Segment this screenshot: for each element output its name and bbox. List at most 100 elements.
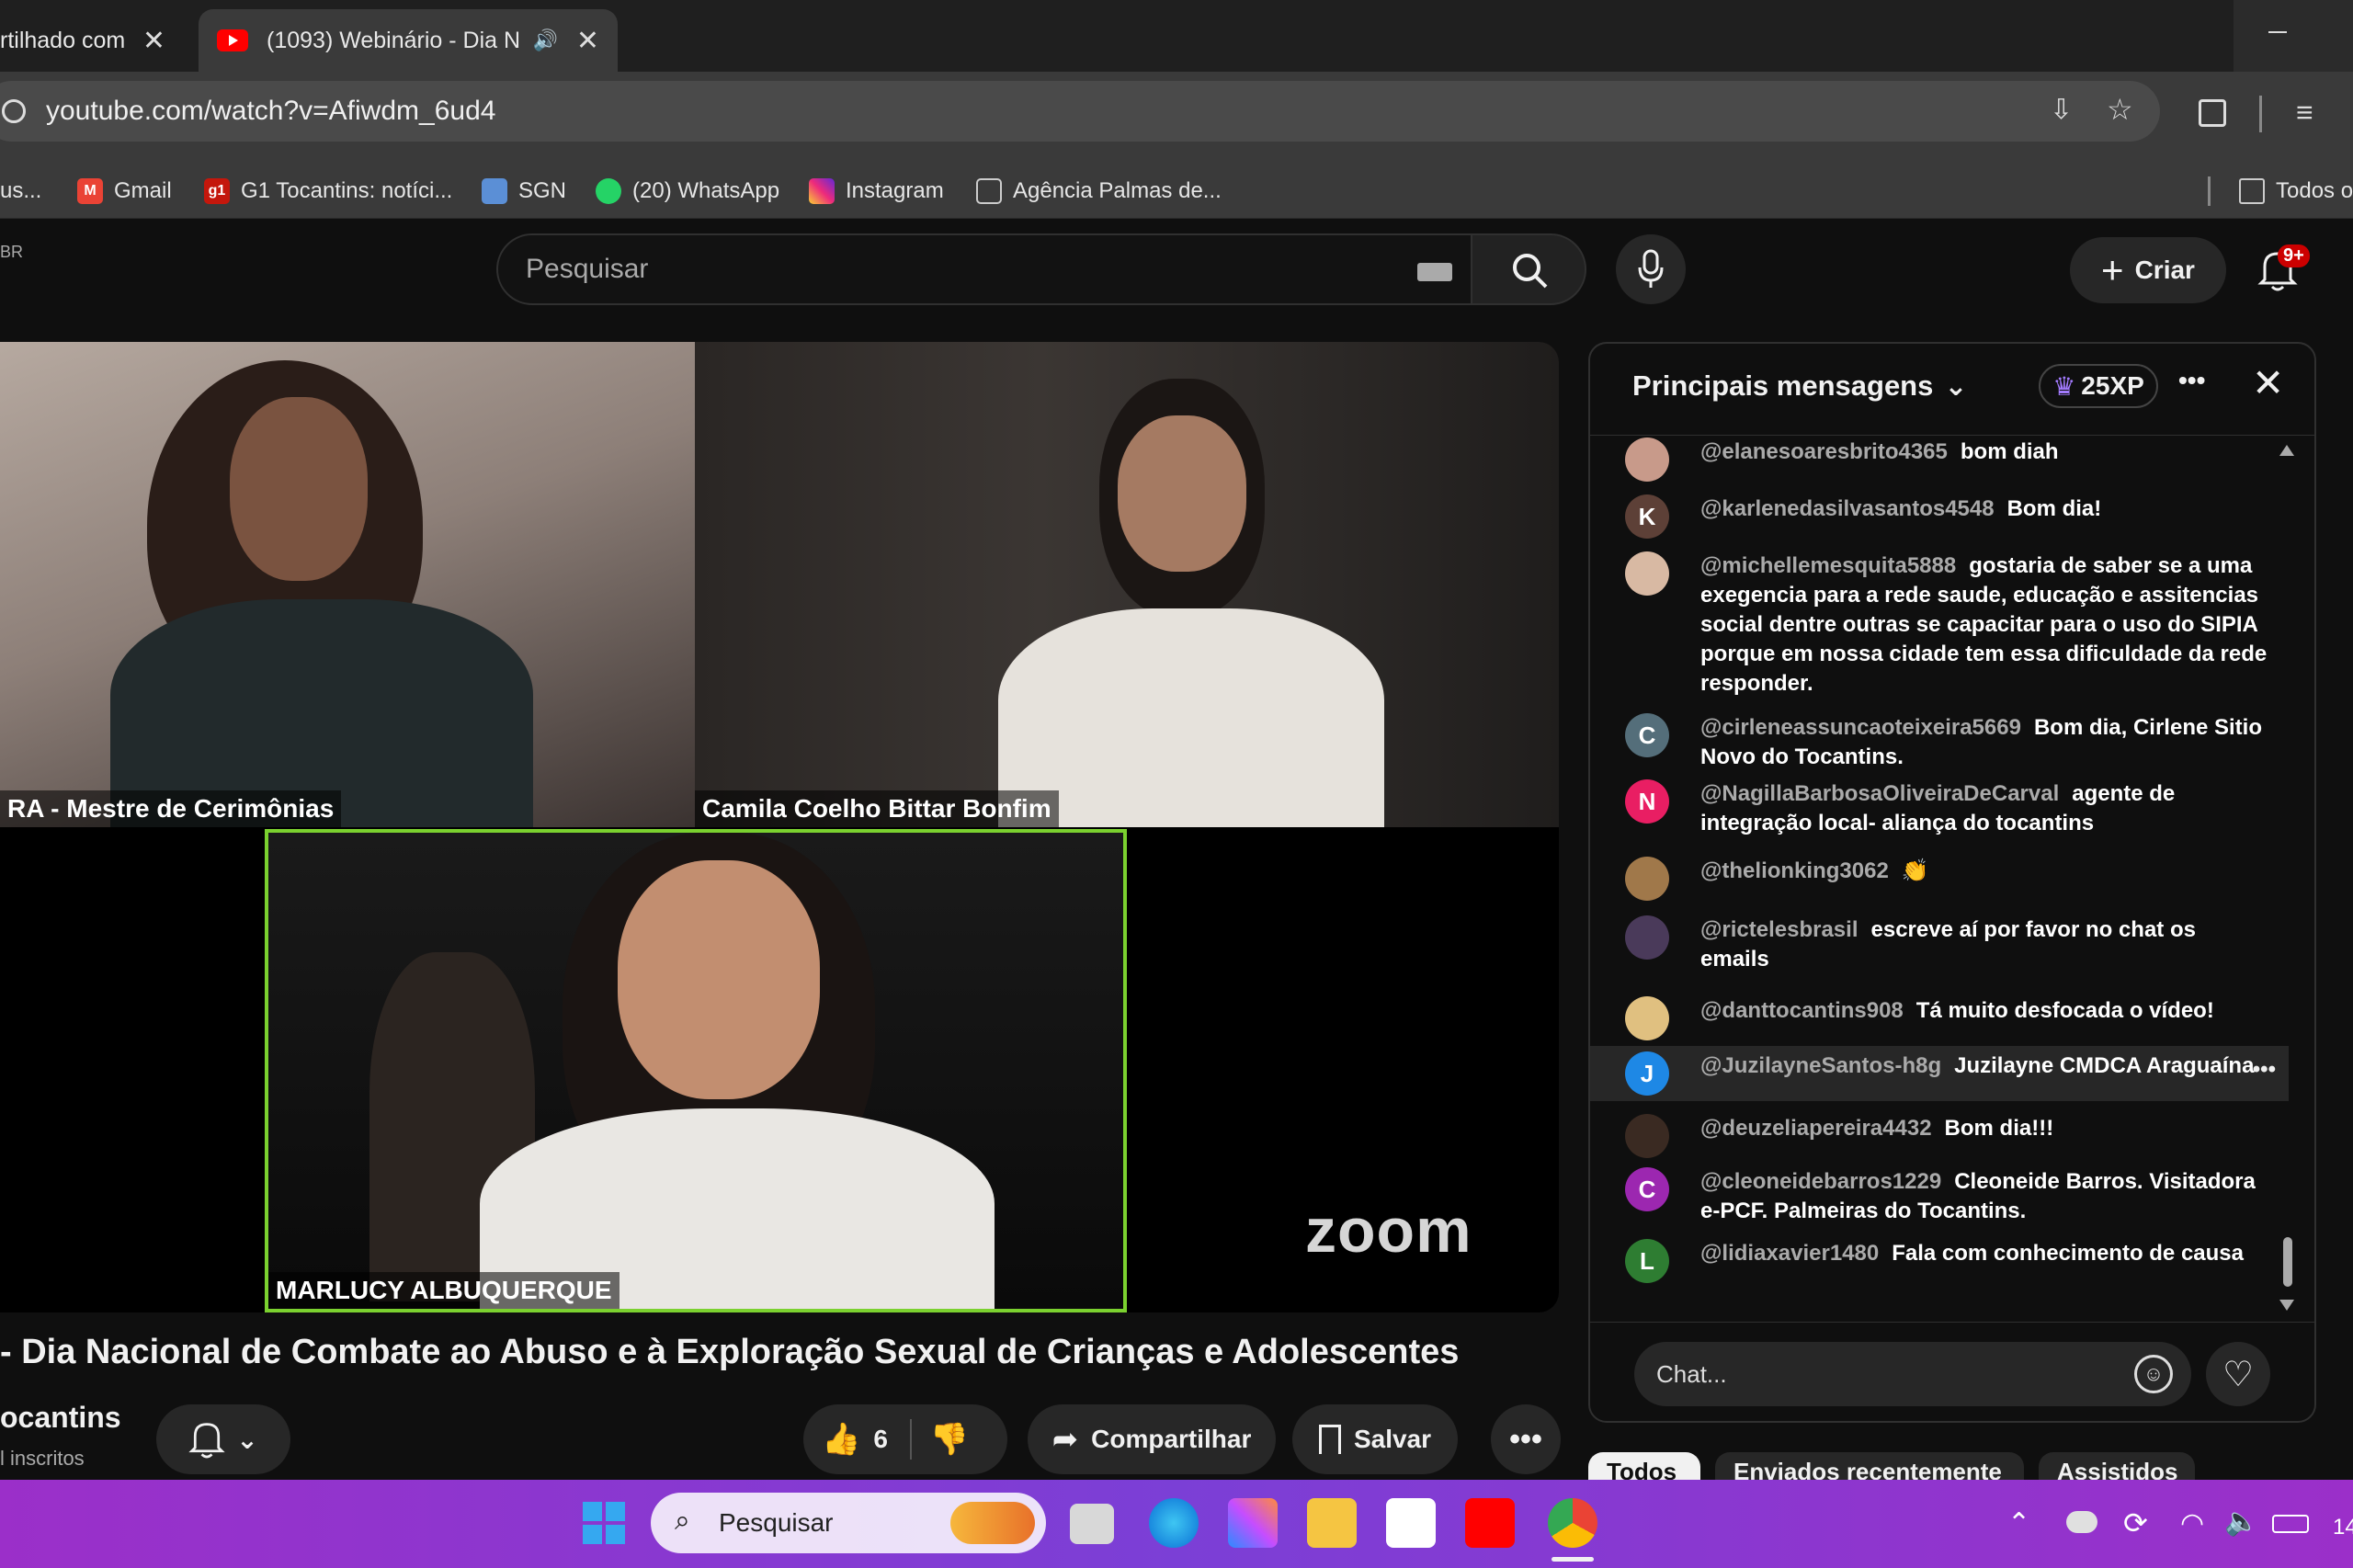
chip-watched[interactable]: Assistidos [2039, 1452, 2195, 1480]
chat-scrollbar-thumb[interactable] [2283, 1237, 2292, 1287]
emoji-icon[interactable]: ☺ [2134, 1355, 2173, 1393]
chat-message[interactable]: @elanesoaresbrito4365 bom diah [1625, 437, 2268, 482]
user-avatar[interactable]: K [1625, 494, 1669, 539]
message-author[interactable]: @thelionking3062 [1700, 858, 1889, 883]
close-icon[interactable]: ✕ [576, 25, 599, 57]
url-text[interactable]: youtube.com/watch?v=Afiwdm_6ud4 [46, 96, 495, 127]
windows-start-icon[interactable] [583, 1502, 625, 1544]
user-avatar[interactable]: L [1625, 1239, 1669, 1283]
message-author[interactable]: @danttocantins908 [1700, 998, 1904, 1023]
scroll-up-icon[interactable] [2279, 443, 2294, 456]
bookmark-sgn[interactable]: SGN [482, 175, 566, 208]
youtube-app-icon[interactable] [1465, 1498, 1515, 1548]
bookmark-star-icon[interactable]: ☆ [2107, 92, 2133, 127]
message-author[interactable]: @lidiaxavier1480 [1700, 1241, 1879, 1266]
dislike-icon[interactable]: 👎 [930, 1421, 969, 1458]
chat-message[interactable]: C @cleoneidebarros1229 Cleoneide Barros. V… [1625, 1167, 2268, 1226]
message-author[interactable]: @rictelesbrasil [1700, 917, 1859, 942]
chat-message[interactable]: @thelionking3062 👏 [1625, 857, 2268, 901]
browser-tab-webinar[interactable]: (1093) Webinário - Dia Nac 🔊 ✕ [199, 9, 618, 72]
bookmark-agencia-palmas[interactable]: Agência Palmas de... [976, 175, 1222, 208]
chip-recent[interactable]: Enviados recentemente [1715, 1452, 2024, 1480]
volume-icon[interactable]: 🔈 [2224, 1506, 2258, 1538]
bookmark-gmail[interactable]: M Gmail [77, 175, 172, 208]
user-avatar[interactable] [1625, 1114, 1669, 1158]
microsoft-store-icon[interactable] [1386, 1498, 1436, 1548]
taskbar-search[interactable]: ⌕ Pesquisar [651, 1493, 1046, 1553]
heart-reaction-button[interactable]: ♡ [2206, 1342, 2270, 1406]
more-actions-button[interactable]: ••• [1491, 1404, 1561, 1474]
like-icon[interactable]: 👍 [822, 1421, 860, 1458]
search-button[interactable] [1471, 233, 1586, 305]
create-button[interactable]: + Criar [2070, 237, 2226, 303]
browser-tab-shared[interactable]: rtilhado com ✕ [0, 9, 184, 72]
bookmark-whatsapp[interactable]: (20) WhatsApp [596, 175, 779, 208]
scroll-down-icon[interactable] [2279, 1300, 2294, 1312]
save-button[interactable]: Salvar [1292, 1404, 1458, 1474]
site-info-icon[interactable] [2, 99, 26, 123]
user-avatar[interactable]: C [1625, 1167, 1669, 1211]
file-explorer-icon[interactable] [1307, 1498, 1357, 1548]
bookmark-instagram[interactable]: Instagram [809, 175, 944, 208]
chat-message[interactable]: N @NagillaBarbosaOliveiraDeCarval agente d… [1625, 779, 2268, 838]
message-author[interactable]: @cleoneidebarros1229 [1700, 1169, 1941, 1194]
user-avatar[interactable] [1625, 915, 1669, 960]
user-avatar[interactable]: J [1625, 1051, 1669, 1096]
wifi-icon[interactable]: ◠ [2180, 1507, 2204, 1540]
more-horizontal-icon[interactable]: ••• [2253, 1055, 2276, 1085]
search-input[interactable]: Pesquisar [496, 233, 1472, 305]
chat-input[interactable]: Chat... ☺ [1634, 1342, 2191, 1406]
minimize-icon[interactable] [2268, 31, 2287, 33]
install-app-icon[interactable]: ⇩ [2050, 94, 2073, 126]
user-avatar[interactable]: C [1625, 713, 1669, 757]
chat-message[interactable]: @danttocantins908 Tá muito desfocada o ví… [1625, 996, 2268, 1040]
battery-icon[interactable] [2272, 1515, 2309, 1533]
chat-message[interactable]: @deuzeliapereira4432 Bom dia!!! [1625, 1114, 2268, 1158]
message-author[interactable]: @deuzeliapereira4432 [1700, 1116, 1932, 1141]
subscription-bell-button[interactable]: ⌄ [156, 1404, 290, 1474]
edge-browser-icon[interactable] [1149, 1498, 1199, 1548]
task-view-icon[interactable] [1070, 1504, 1114, 1544]
chat-message[interactable]: L @lidiaxavier1480 Fala com conhecimento d… [1625, 1239, 2268, 1283]
share-button[interactable]: ➦ Compartilhar [1028, 1404, 1276, 1474]
chrome-icon[interactable] [1548, 1498, 1597, 1548]
user-avatar[interactable] [1625, 857, 1669, 901]
video-player[interactable]: RA - Mestre de Cerimônias Camila Coelho … [0, 342, 1559, 1312]
onedrive-icon[interactable] [2066, 1511, 2097, 1533]
chat-message[interactable]: @michellemesquita5888 gostaria de saber s… [1625, 551, 2268, 699]
chat-message[interactable]: @rictelesbrasil escreve aí por favor no c… [1625, 915, 2268, 974]
bookmark-item[interactable]: us... [0, 175, 41, 208]
keyboard-icon[interactable] [1417, 263, 1452, 281]
message-author[interactable]: @NagillaBarbosaOliveiraDeCarval [1700, 781, 2059, 806]
all-bookmarks-folder[interactable]: Todos o [2239, 175, 2353, 208]
xp-badge[interactable]: ♛ 25XP [2039, 364, 2158, 408]
chevron-up-icon[interactable]: ⌃ [2007, 1507, 2030, 1540]
message-author[interactable]: @michellemesquita5888 [1700, 553, 1956, 578]
user-avatar[interactable] [1625, 996, 1669, 1040]
close-icon[interactable]: ✕ [142, 25, 165, 57]
omnibox[interactable]: youtube.com/watch?v=Afiwdm_6ud4 ⇩ ☆ [0, 81, 2160, 142]
chat-mode-dropdown[interactable]: Principais mensagens ⌄ [1632, 369, 1968, 403]
audio-playing-icon[interactable]: 🔊 [532, 28, 557, 52]
message-author[interactable]: @elanesoaresbrito4365 [1700, 439, 1948, 464]
clock[interactable]: 14 [2333, 1515, 2353, 1540]
more-horizontal-icon[interactable]: ••• [2178, 366, 2205, 395]
user-avatar[interactable]: N [1625, 779, 1669, 824]
extensions-icon[interactable] [2199, 99, 2226, 127]
message-author[interactable]: @karlenedasilvasantos4548 [1700, 496, 1995, 521]
channel-name[interactable]: ocantins [0, 1401, 121, 1435]
reading-list-icon[interactable]: ≡ [2296, 96, 2313, 130]
voice-search-button[interactable] [1616, 234, 1686, 304]
close-icon[interactable]: ✕ [2252, 360, 2284, 405]
chat-message[interactable]: C @cirleneassuncaoteixeira5669 Bom dia, Ci… [1625, 713, 2268, 772]
chat-message[interactable]: J @JuzilayneSantos-h8g Juzilayne CMDCA Ara… [1590, 1046, 2289, 1101]
message-author[interactable]: @JuzilayneSantos-h8g [1700, 1053, 1941, 1078]
sync-icon[interactable]: ⟳ [2123, 1506, 2148, 1540]
bookmark-g1[interactable]: g1 G1 Tocantins: notíci... [204, 175, 452, 208]
user-avatar[interactable] [1625, 551, 1669, 596]
copilot-icon[interactable] [1228, 1498, 1278, 1548]
chip-all[interactable]: Todos [1588, 1452, 1700, 1480]
message-author[interactable]: @cirleneassuncaoteixeira5669 [1700, 715, 2021, 740]
notifications-button[interactable]: 9+ [2252, 241, 2310, 296]
chat-message[interactable]: K @karlenedasilvasantos4548 Bom dia! [1625, 494, 2268, 539]
